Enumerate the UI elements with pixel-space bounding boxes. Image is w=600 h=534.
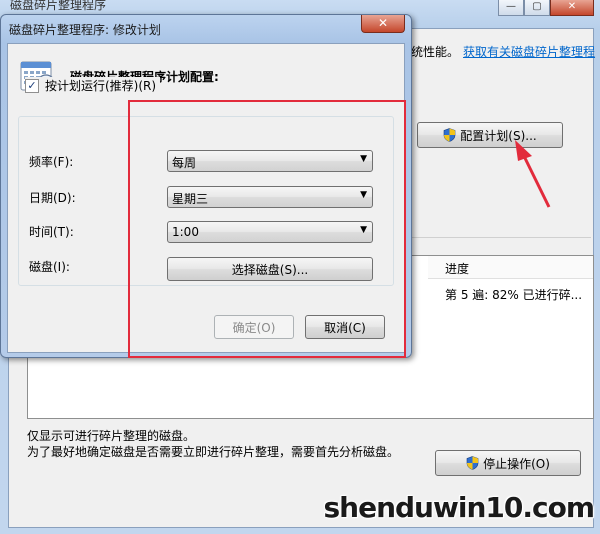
description-tail: 统性能。 xyxy=(411,45,460,59)
day-select[interactable]: 星期三 ▼ xyxy=(167,186,373,208)
caption-buttons: — ▢ ✕ xyxy=(498,0,594,16)
frequency-value: 每周 xyxy=(172,156,197,170)
list-header: 进度 xyxy=(428,256,593,279)
help-link[interactable]: 获取有关磁盘碎片整理程 xyxy=(463,45,595,59)
time-value: 1:00 xyxy=(172,225,199,239)
run-on-schedule-checkbox[interactable]: ✓ xyxy=(25,78,39,93)
main-window-title: 磁盘碎片整理程序 xyxy=(10,0,107,12)
time-select[interactable]: 1:00 ▼ xyxy=(167,221,373,243)
progress-cell: 第 5 遍: 82% 已进行碎... xyxy=(445,288,583,302)
dialog-close-button[interactable]: ✕ xyxy=(361,15,405,33)
dialog-title: 磁盘碎片整理程序: 修改计划 xyxy=(9,23,161,37)
description-text: 统性能。 获取有关磁盘碎片整理程 xyxy=(411,43,595,60)
stop-operation-button[interactable]: 停止操作(O) xyxy=(435,450,581,476)
chevron-down-icon: ▼ xyxy=(360,190,367,200)
configure-schedule-label: 配置计划(S)... xyxy=(460,128,537,143)
separator xyxy=(411,237,591,238)
configure-schedule-button[interactable]: 配置计划(S)... xyxy=(417,122,563,148)
frequency-label: 频率(F): xyxy=(29,155,74,169)
disk-label: 磁盘(I): xyxy=(29,260,70,274)
uac-shield-icon xyxy=(466,456,479,470)
maximize-button[interactable]: ▢ xyxy=(524,0,550,16)
close-button[interactable]: ✕ xyxy=(550,0,594,16)
frequency-select[interactable]: 每周 ▼ xyxy=(167,150,373,172)
run-on-schedule-row[interactable]: ✓ 按计划运行(推荐)(R) xyxy=(25,77,161,94)
day-label: 日期(D): xyxy=(29,191,76,205)
footnote-analyze-first: 为了最好地确定磁盘是否需要立即进行碎片整理，需要首先分析磁盘。 xyxy=(27,445,400,459)
footnote-defrag-disks: 仅显示可进行碎片整理的磁盘。 xyxy=(27,429,196,443)
progress-column-header[interactable]: 进度 xyxy=(445,260,469,277)
time-label: 时间(T): xyxy=(29,225,74,239)
run-on-schedule-label: 按计划运行(推荐)(R) xyxy=(45,79,157,93)
watermark: shenduwin10.com xyxy=(323,491,595,524)
minimize-button[interactable]: — xyxy=(498,0,524,16)
stop-operation-label: 停止操作(O) xyxy=(483,456,550,471)
ok-button[interactable]: 确定(O) xyxy=(214,315,294,339)
select-disks-button[interactable]: 选择磁盘(S)... xyxy=(167,257,373,281)
day-value: 星期三 xyxy=(172,192,209,206)
modify-schedule-dialog: 磁盘碎片整理程序: 修改计划 ✕ 磁盘碎片整理程序计划配置: ✓ 按计划运行(推… xyxy=(0,14,412,358)
uac-shield-icon xyxy=(443,128,456,142)
cancel-button[interactable]: 取消(C) xyxy=(305,315,385,339)
chevron-down-icon: ▼ xyxy=(360,225,367,235)
chevron-down-icon: ▼ xyxy=(360,154,367,164)
